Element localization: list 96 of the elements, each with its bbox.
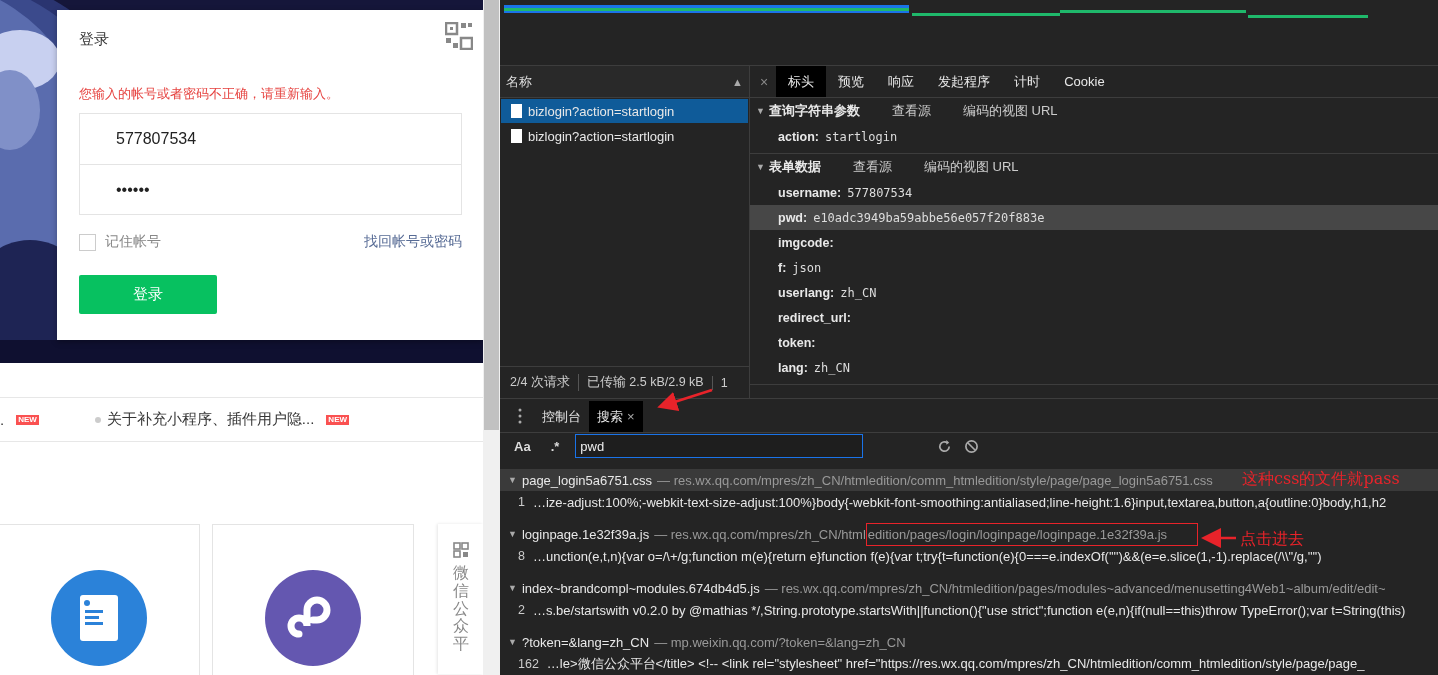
feature-card[interactable] [212, 524, 414, 675]
detail-tab[interactable]: 预览 [826, 66, 877, 98]
highlighted-url: edition/pages/login/loginpage/loginpage.1e32f39a.js [865, 522, 1199, 546]
param-value: e10adc3949ba59abbe56e057f20f883e [813, 210, 1045, 225]
param-key: redirect_url: [778, 310, 851, 325]
refresh-icon[interactable] [937, 438, 953, 454]
line-number: 8 [518, 549, 525, 563]
param-value: json [792, 260, 822, 275]
document-icon [51, 570, 147, 667]
bullet-icon [94, 416, 101, 423]
section-action[interactable]: 查看源 [852, 158, 892, 177]
file-icon [511, 104, 522, 119]
param-key: f: [778, 260, 787, 275]
scrollbar[interactable] [483, 0, 500, 675]
detail-tab[interactable]: Cookie [1052, 66, 1117, 98]
detail-tab[interactable]: 标头 [776, 66, 827, 98]
username-field[interactable]: 577807534 [80, 114, 461, 164]
drawer-tab[interactable]: 搜索 × [589, 401, 643, 432]
match-text[interactable]: …unction(e,t,n){var o=/\+/g;function m(e){return e}function f(e){var t;try{t=function(e){0===e.indexOf('"')&&(e=e.slice(1,-1).replace(/\\"/g,'"') [532, 548, 1322, 564]
float-label: 微信公众平 [452, 564, 469, 653]
param-key: token: [778, 335, 816, 350]
error-message: 您输入的帐号或者密码不正确，请重新输入。 [79, 85, 340, 103]
qr-code-icon [452, 542, 469, 559]
news-link[interactable]: 关于补充小程序、插件用户隐... [106, 410, 315, 430]
expand-icon[interactable]: ▼ [756, 106, 765, 117]
sort-icon[interactable]: ▲ [732, 75, 743, 88]
file-icon [511, 129, 522, 144]
section-title[interactable]: 查询字符串参数 [768, 102, 860, 121]
detail-tab[interactable]: 响应 [876, 66, 927, 98]
close-icon[interactable]: × [756, 66, 777, 98]
expand-icon[interactable]: ▼ [508, 475, 517, 485]
status-text: 1 [711, 375, 728, 390]
result-file[interactable]: index~brandcompl~modules.674db4d5.js [521, 580, 760, 596]
news-link[interactable]: . [0, 411, 5, 429]
request-row[interactable]: bizlogin?action=startlogin [501, 124, 748, 149]
result-url: — mp.weixin.qq.com/?token=&lang=zh_CN [654, 634, 906, 650]
param-key: lang: [778, 360, 808, 375]
annotation-arrow [1201, 528, 1236, 548]
param-value: startlogin [825, 129, 898, 144]
status-text: 已传输 2.5 kB/2.9 kB [577, 374, 704, 391]
request-row[interactable]: bizlogin?action=startlogin [501, 99, 748, 124]
expand-icon[interactable]: ▼ [756, 162, 765, 173]
detail-tab[interactable]: 计时 [1002, 66, 1053, 98]
scrollbar-thumb[interactable] [484, 0, 499, 430]
param-value: zh_CN [840, 285, 877, 300]
match-text[interactable]: …ize-adjust:100%;-webkit-text-size-adjust:100%}body{-webkit-font-smoothing:antialiased;line-height:1.6}input,textarea,button,a{outline:0}body,h1,h2 [532, 494, 1387, 510]
expand-icon[interactable]: ▼ [508, 583, 517, 593]
result-url: — res.wx.qq.com/mpres/zh_CN/htmledition/comm_htmledition/style/page/page_login5a6751.css [657, 472, 1213, 488]
password-field[interactable]: •••••• [80, 164, 461, 214]
remember-checkbox[interactable] [79, 233, 96, 251]
new-badge: NEW [326, 414, 350, 425]
regex-toggle[interactable]: .* [546, 438, 564, 454]
result-file[interactable]: loginpage.1e32f39a.js [521, 526, 650, 542]
clear-icon[interactable] [964, 438, 980, 454]
result-file[interactable]: page_login5a6751.css [521, 472, 653, 488]
tab-label: 控制台 [542, 407, 581, 426]
param-value: zh_CN [813, 360, 850, 375]
annotation-text: 这种css的文件就pass [1242, 469, 1400, 490]
match-text[interactable]: …le>微信公众平台</title> <!-- <link rel="stylesheet" href="https://res.wx.qq.com/mpres/zh_CN/htmledition/comm_htmledition/style/page/page_ [546, 655, 1365, 673]
section-action[interactable]: 查看源 [891, 102, 931, 121]
detail-tab[interactable]: 发起程序 [926, 66, 1003, 98]
param-key: username: [778, 185, 842, 200]
line-number: 2 [518, 603, 525, 617]
match-text[interactable]: …s.be/startswith v0.2.0 by @mathias */,String.prototype.startsWith||function(){"use strict";function e(e,n){if(null==this)throw TypeError();var t=String(this) [532, 602, 1406, 618]
param-key: pwd: [778, 210, 808, 225]
close-icon[interactable]: × [627, 409, 635, 424]
expand-icon[interactable]: ▼ [508, 529, 517, 539]
forgot-link[interactable]: 找回帐号或密码 [364, 233, 462, 251]
feature-card[interactable] [0, 524, 200, 675]
param-key: action: [778, 129, 819, 144]
qr-code-icon[interactable] [445, 22, 473, 50]
param-key: imgcode: [778, 235, 834, 250]
floating-panel[interactable]: 微信公众平 [438, 524, 483, 675]
link-icon [265, 570, 361, 667]
section-action[interactable]: 编码的视图 URL [923, 158, 1019, 177]
search-field[interactable]: pwd [575, 434, 864, 458]
section-action[interactable]: 编码的视图 URL [962, 102, 1058, 121]
match-case-toggle[interactable]: Aa [510, 438, 535, 454]
param-value: 577807534 [847, 185, 913, 200]
line-number: 1 [518, 495, 525, 509]
login-title: 登录 [79, 30, 110, 49]
remember-label: 记住帐号 [105, 233, 161, 251]
expand-icon[interactable]: ▼ [508, 637, 517, 647]
result-file[interactable]: ?token=&lang=zh_CN [521, 634, 650, 650]
new-badge: NEW [16, 414, 39, 425]
status-text: 2/4 次请求 [510, 374, 570, 391]
section-title[interactable]: 表单数据 [768, 158, 821, 177]
line-number: 162 [518, 657, 539, 671]
drawer-tab[interactable]: 控制台 [534, 401, 589, 432]
tab-label: 搜索 [597, 407, 623, 426]
annotation-text: 点击进去 [1240, 529, 1304, 550]
column-header[interactable]: 名称 [506, 72, 532, 91]
result-url: — res.wx.qq.com/mpres/zh_CN/html [654, 526, 866, 542]
result-url: — res.wx.qq.com/mpres/zh_CN/htmledition/pages/modules~advanced/menusetting4Web1~album/edit/edit~ [764, 580, 1386, 596]
param-key: userlang: [778, 285, 835, 300]
annotation-arrow [657, 388, 713, 411]
